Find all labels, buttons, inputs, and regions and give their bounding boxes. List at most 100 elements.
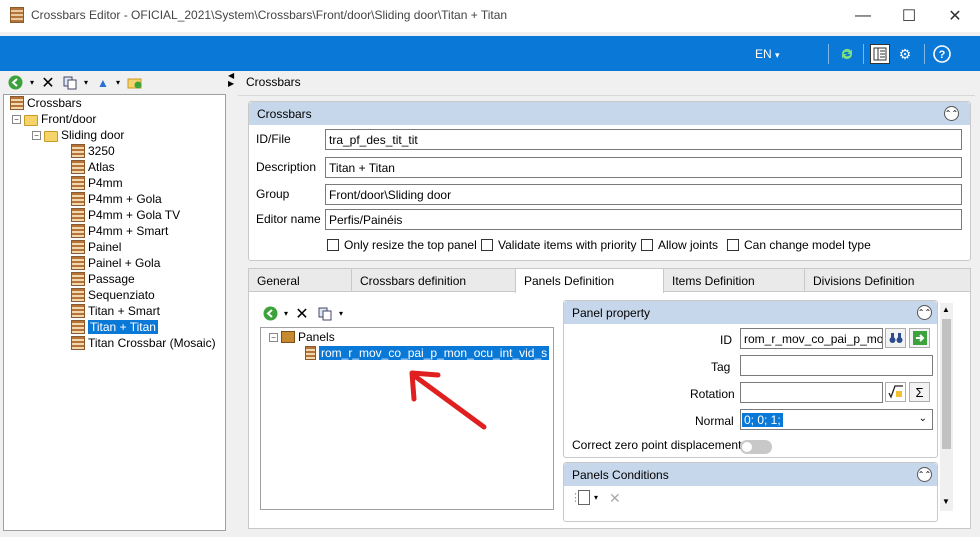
binoculars-icon[interactable] xyxy=(885,328,906,348)
chevron-down-icon[interactable]: ▾ xyxy=(594,493,598,502)
checkbox-label: Allow joints xyxy=(658,238,719,252)
panel-icon xyxy=(305,346,316,360)
tree-item-label: P4mm + Gola xyxy=(88,192,162,206)
collapse-up-icon[interactable]: ⌃⌃ xyxy=(917,467,932,482)
collapse-up-icon[interactable]: ⌃⌃ xyxy=(917,305,932,320)
tree-item[interactable]: P4mm + Gola xyxy=(71,191,162,207)
tree-item-label: P4mm xyxy=(88,176,123,190)
tab-crossbars-definition[interactable]: Crossbars definition xyxy=(351,268,516,292)
tree-item[interactable]: Sequenziato xyxy=(71,287,155,303)
tree-item[interactable]: P4mm + Smart xyxy=(71,223,168,239)
layout-icon[interactable] xyxy=(870,44,890,64)
tree-item-label: P4mm + Smart xyxy=(88,224,169,238)
chevron-down-icon[interactable]: ▾ xyxy=(114,74,122,91)
scrollbar-thumb[interactable] xyxy=(942,319,951,449)
validate-priority-checkbox[interactable]: Validate items with priority xyxy=(481,238,637,252)
tree-item-label: 3250 xyxy=(88,144,115,158)
collapse-icon[interactable]: − xyxy=(269,332,278,342)
language-selector[interactable]: EN ▾ xyxy=(755,47,780,61)
tree-item[interactable]: P4mm + Gola TV xyxy=(71,207,180,223)
tree-item[interactable]: P4mm xyxy=(71,175,123,191)
group-label: Group xyxy=(256,187,290,201)
id-file-field[interactable]: tra_pf_des_tit_tit xyxy=(325,129,962,150)
folder-icon xyxy=(44,130,58,142)
close-button[interactable]: ✕ xyxy=(932,0,978,32)
collapse-icon[interactable]: − xyxy=(32,130,41,140)
crossbar-icon xyxy=(71,160,85,174)
tree-item[interactable]: Titan Crossbar (Mosaic) xyxy=(71,335,216,351)
help-icon[interactable]: ? xyxy=(932,44,952,64)
copy-icon[interactable] xyxy=(317,305,333,322)
formula-icon[interactable] xyxy=(885,382,906,402)
group-field[interactable]: Front/door\Sliding door xyxy=(325,184,962,205)
allow-joints-checkbox[interactable]: Allow joints xyxy=(641,238,718,252)
tree-item[interactable]: Titan + Smart xyxy=(71,303,160,319)
move-up-icon[interactable]: ▲ xyxy=(96,74,110,91)
tab-items-definition[interactable]: Items Definition xyxy=(663,268,805,292)
checkbox-box[interactable] xyxy=(641,239,653,251)
annotation-arrow-icon xyxy=(409,370,487,430)
collapse-icon[interactable]: − xyxy=(12,114,21,124)
tree-folder-sliding-door[interactable]: − Sliding door xyxy=(32,127,124,143)
chevron-down-icon[interactable]: ▾ xyxy=(28,74,36,91)
tree-item[interactable]: Painel xyxy=(71,239,121,255)
checkbox-box[interactable] xyxy=(727,239,739,251)
new-document-icon[interactable] xyxy=(578,490,590,505)
tree-item[interactable]: Atlas xyxy=(71,159,115,175)
sum-icon[interactable]: Σ xyxy=(909,382,930,402)
delete-icon[interactable]: ✕ xyxy=(609,490,621,507)
tree-root-label: Crossbars xyxy=(27,96,82,110)
crossbars-panel: Crossbars ⌃⌃ xyxy=(248,101,971,261)
delete-icon[interactable]: ✕ xyxy=(40,74,56,92)
normal-label: Normal xyxy=(695,414,734,428)
panels-root[interactable]: − Panels xyxy=(269,329,335,345)
tag-field[interactable] xyxy=(740,355,933,376)
back-icon[interactable] xyxy=(7,74,23,91)
chevron-down-icon[interactable]: ▾ xyxy=(337,305,345,322)
chevron-down-icon[interactable]: ▾ xyxy=(282,305,290,322)
zero-point-toggle[interactable] xyxy=(740,440,772,454)
copy-icon[interactable] xyxy=(62,74,78,91)
pane-splitter[interactable]: ◀ ▶ xyxy=(228,71,236,531)
refresh-icon[interactable] xyxy=(837,44,857,64)
collapse-up-icon[interactable]: ⌃⌃ xyxy=(944,106,959,121)
expand-right-icon[interactable]: ▶ xyxy=(228,79,234,88)
go-arrow-icon[interactable] xyxy=(909,328,930,348)
folder-refresh-icon[interactable] xyxy=(127,74,143,91)
crossbar-icon xyxy=(71,320,85,334)
crossbars-panel-header: Crossbars xyxy=(249,102,970,125)
tree-item[interactable]: 3250 xyxy=(71,143,115,159)
tree-root[interactable]: Crossbars xyxy=(10,95,82,111)
checkbox-box[interactable] xyxy=(327,239,339,251)
normal-select[interactable]: 0; 0; 1; ⌄ xyxy=(740,409,933,430)
maximize-button[interactable]: ☐ xyxy=(886,0,932,32)
tree-item-selected[interactable]: Titan + Titan xyxy=(71,319,158,335)
chevron-down-icon[interactable]: ⌄ xyxy=(919,413,927,424)
add-icon[interactable] xyxy=(262,305,278,322)
vertical-scrollbar[interactable]: ▲ ▼ xyxy=(940,303,953,511)
language-label: EN xyxy=(755,47,772,61)
tree-folder-label: Front/door xyxy=(41,112,97,126)
editor-name-field[interactable]: Perfis/Painéis xyxy=(325,209,962,230)
delete-icon[interactable]: ✕ xyxy=(294,305,310,323)
tab-general[interactable]: General xyxy=(248,268,352,292)
description-field[interactable]: Titan + Titan xyxy=(325,157,962,178)
tree-item[interactable]: Passage xyxy=(71,271,135,287)
scroll-down-icon[interactable]: ▼ xyxy=(942,497,950,506)
settings-gear-icon[interactable]: ⚙ xyxy=(895,44,915,64)
only-resize-top-checkbox[interactable]: Only resize the top panel xyxy=(327,238,477,252)
can-change-model-type-checkbox[interactable]: Can change model type xyxy=(727,238,871,252)
tab-divisions-definition[interactable]: Divisions Definition xyxy=(804,268,971,292)
tree-folder-front-door[interactable]: − Front/door xyxy=(12,111,96,127)
tree-item[interactable]: Painel + Gola xyxy=(71,255,160,271)
minimize-button[interactable]: — xyxy=(840,0,886,32)
tree-item-label: Painel xyxy=(88,240,122,254)
panel-id-field[interactable]: rom_r_mov_co_pai_p_mon_ocu_int_vid_s xyxy=(740,328,883,349)
crossbar-icon xyxy=(71,240,85,254)
checkbox-box[interactable] xyxy=(481,239,493,251)
tab-panels-definition[interactable]: Panels Definition xyxy=(515,268,664,293)
chevron-down-icon[interactable]: ▾ xyxy=(82,74,90,91)
scroll-up-icon[interactable]: ▲ xyxy=(942,305,950,314)
panel-item-selected[interactable]: rom_r_mov_co_pai_p_mon_ocu_int_vid_s xyxy=(305,345,550,361)
rotation-field[interactable] xyxy=(740,382,883,403)
